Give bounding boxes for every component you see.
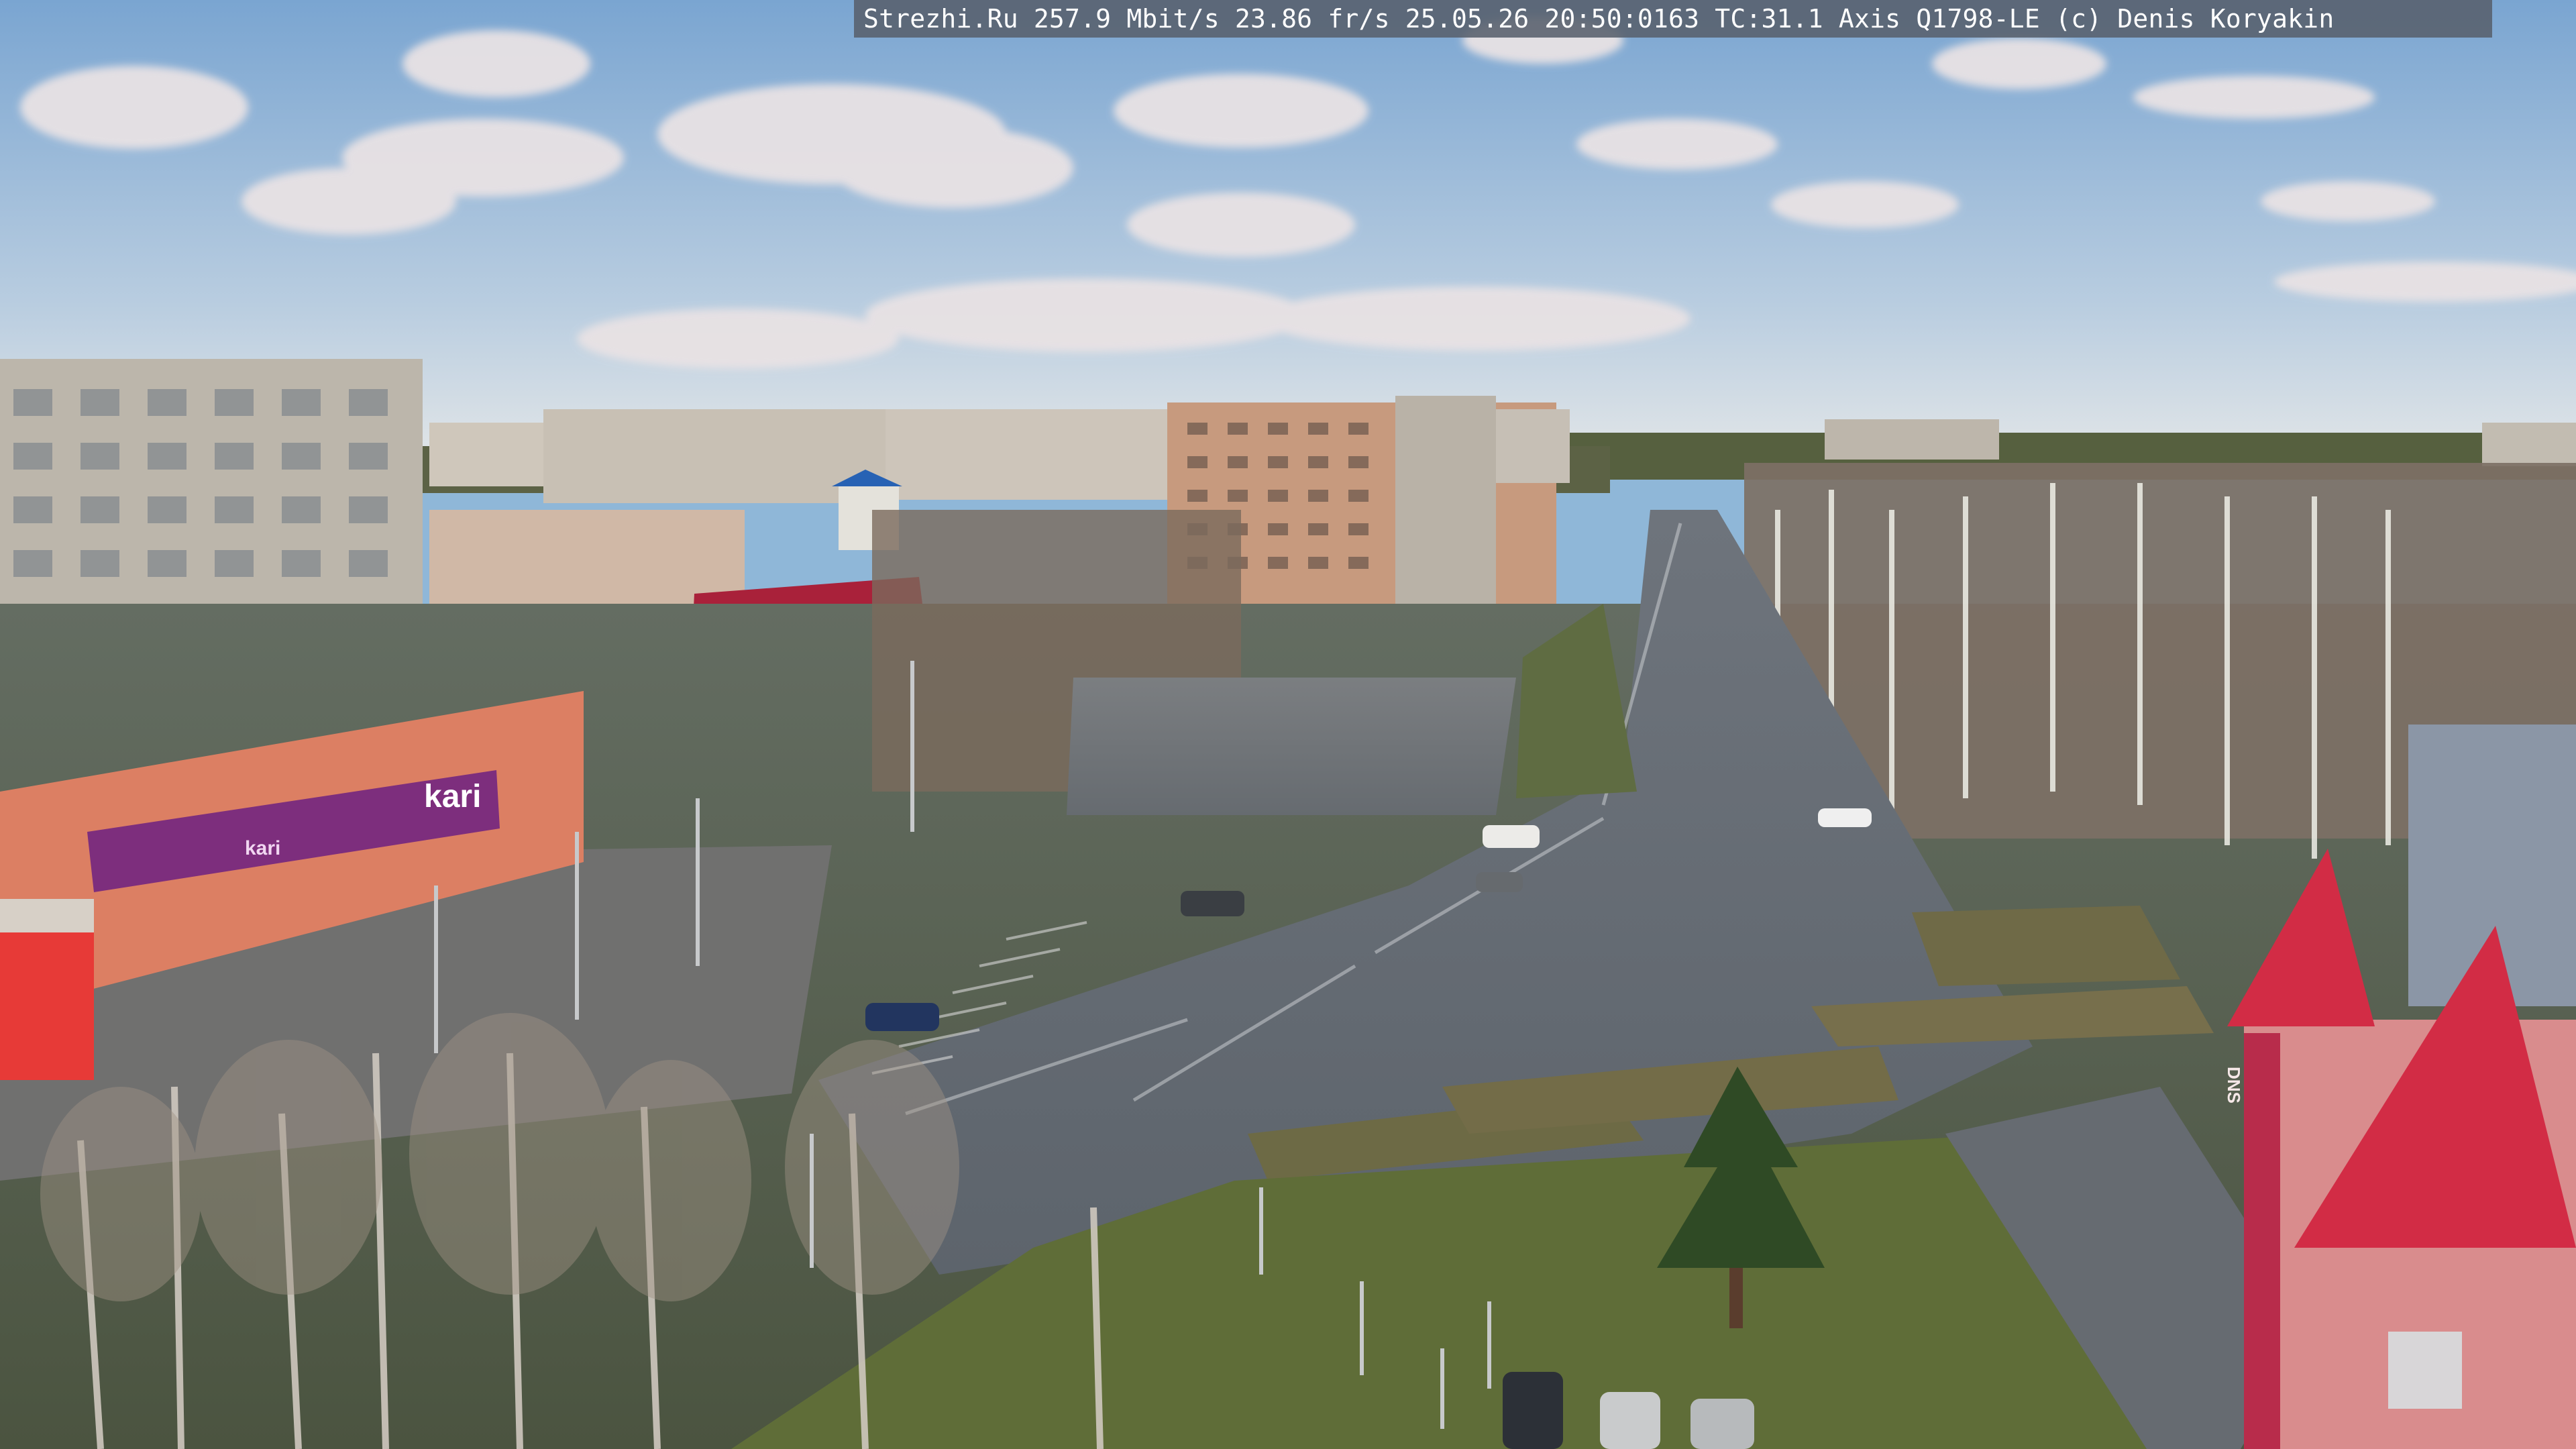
city-street-scene [0,0,2576,1449]
camera-overlay-bar: Strezhi.Ru 257.9 Mbit/s 23.86 fr/s 25.05… [854,0,2492,38]
webcam-view: Strezhi.Ru 257.9 Mbit/s 23.86 fr/s 25.05… [0,0,2576,1449]
kari-sign: kari [424,779,482,814]
kari-sign-secondary: kari [245,837,281,859]
camera-info-text: Strezhi.Ru 257.9 Mbit/s 23.86 fr/s 25.05… [863,4,2334,34]
town-square [1067,678,1516,815]
dns-sign: DNS [2224,1067,2244,1104]
